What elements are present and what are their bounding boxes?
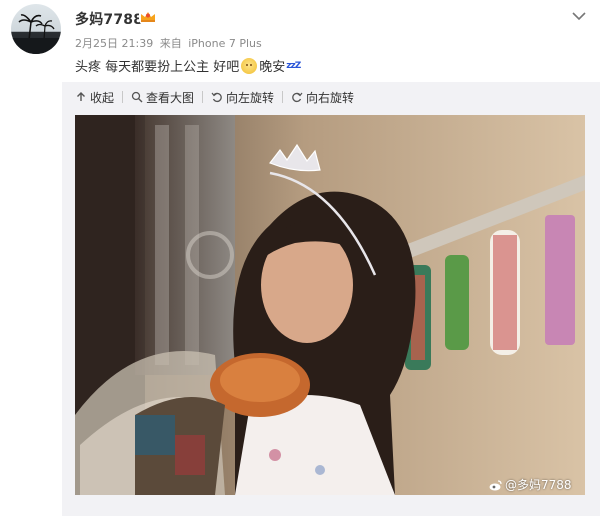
rotate-right-label: 向右旋转: [306, 90, 355, 105]
avatar[interactable]: [11, 4, 61, 54]
view-large-button[interactable]: 查看大图: [131, 89, 194, 106]
rotate-right-icon: [292, 92, 303, 103]
magnifier-icon: [131, 91, 143, 103]
media-toolbar: 收起 查看大图 向左旋转 向右旋转: [75, 89, 354, 105]
username[interactable]: 多妈7788: [75, 9, 143, 29]
toolbar-divider: [282, 91, 284, 103]
post-text-goodnight: 晚安: [259, 60, 286, 75]
tired-face-emoji-icon: [241, 57, 258, 74]
chevron-down-icon[interactable]: [572, 6, 586, 21]
source-prefix: 来自: [159, 37, 182, 50]
post-time[interactable]: 2月25日 21:39: [75, 37, 153, 50]
weibo-post: 多妈7788 2月25日 21:39 来自 iPhone 7 Plus 头疼 每…: [0, 0, 600, 516]
toolbar-divider: [122, 91, 124, 103]
rotate-left-icon: [211, 92, 222, 103]
photo-watermark: @多妈7788: [489, 476, 572, 493]
girl-with-tiara-photo: [75, 115, 585, 495]
collapse-label: 收起: [90, 90, 115, 105]
weibo-logo-icon: [489, 479, 502, 490]
post-meta: 2月25日 21:39 来自 iPhone 7 Plus: [75, 35, 265, 51]
rotate-left-label: 向左旋转: [226, 90, 275, 105]
vip-crown-icon: [139, 9, 157, 24]
collapse-arrow-icon: [77, 92, 85, 101]
post-text-main: 头疼 每天都要扮上公主 好吧: [75, 60, 240, 75]
rotate-left-button[interactable]: 向左旋转: [211, 89, 274, 106]
watermark-text: @多妈7788: [505, 478, 572, 492]
palm-tree-avatar-image: [11, 14, 61, 54]
view-large-label: 查看大图: [146, 90, 195, 105]
post-photo[interactable]: [75, 115, 585, 495]
zzz-icon: zzZ: [286, 60, 301, 71]
toolbar-divider: [202, 91, 204, 103]
collapse-button[interactable]: 收起: [75, 89, 114, 106]
rotate-right-button[interactable]: 向右旋转: [291, 89, 354, 106]
source-device[interactable]: iPhone 7 Plus: [188, 37, 262, 50]
post-content: 头疼 每天都要扮上公主 好吧 晚安 zzZ: [75, 56, 301, 75]
